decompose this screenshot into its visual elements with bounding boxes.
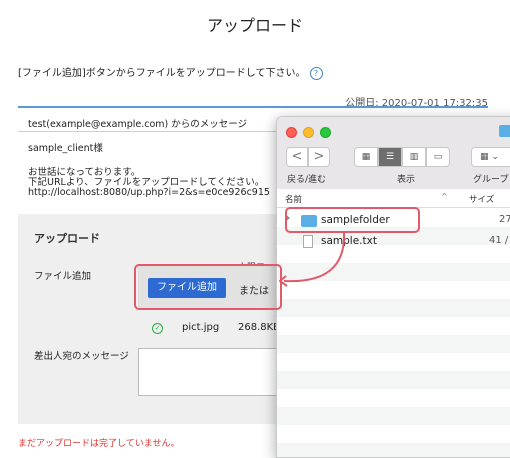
drag-arrow — [279, 232, 346, 287]
